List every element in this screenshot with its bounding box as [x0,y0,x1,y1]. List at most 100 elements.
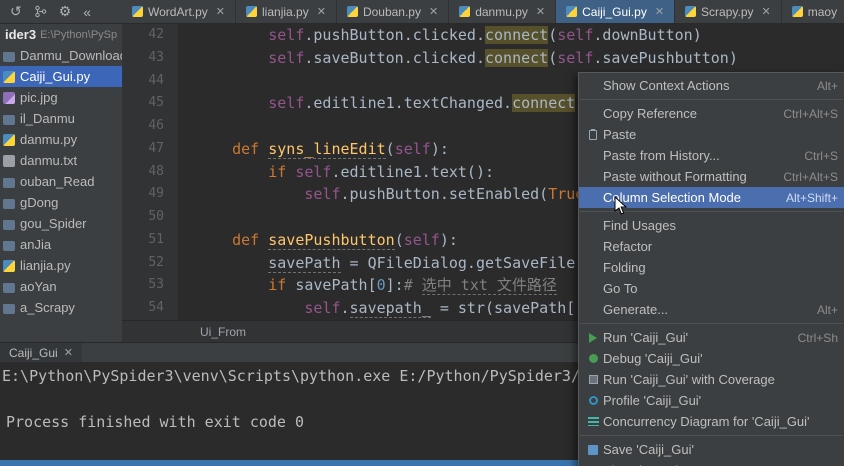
menu-item-debug-caiji-gui[interactable]: Debug 'Caiji_Gui' [579,348,844,369]
line-number: 52 [122,251,178,275]
folder-icon [3,303,15,314]
sidebar-item-bili-danmu[interactable]: il_Danmu [0,108,122,129]
sidebar-item-sougou-spider[interactable]: gou_Spider [0,213,122,234]
folder-icon [3,282,15,293]
menu-item-copy-reference[interactable]: Copy Reference Ctrl+Alt+S [579,103,844,124]
line-number: 42 [122,24,178,47]
sidebar-item-caiji-gui-py[interactable]: Caiji_Gui.py [0,66,122,87]
python-file-icon [246,6,258,17]
python-file-icon [3,70,15,83]
sidebar-item-lianjia-py[interactable]: lianjia.py [0,255,122,276]
menu-item-go-to[interactable]: Go To [579,278,844,299]
tab-maoyan[interactable]: maoy [782,0,844,23]
sidebar-item-scrapy[interactable]: a_Scrapy [0,297,122,318]
settings-gear-icon[interactable]: ⚙ [59,3,72,20]
run-tab-label: Caiji_Gui [9,345,58,360]
tab-wordart[interactable]: WordArt.py ✕ [122,0,237,23]
python-file-icon [132,6,143,17]
sidebar-item-douban-read[interactable]: ouban_Read [0,171,122,192]
save-icon [588,444,598,455]
tree-root-item[interactable]: ider3 E:\Python\PySp [0,24,122,45]
close-icon[interactable]: ✕ [429,5,438,18]
close-icon[interactable]: ✕ [64,346,73,359]
project-root-name: ider3 [5,27,37,42]
sidebar-item-danmu-txt[interactable]: danmu.txt [0,150,122,171]
mouse-cursor [614,195,628,221]
menu-item-run-caiji-gui[interactable]: Run 'Caiji_Gui' Ctrl+Sh [579,327,844,348]
top-bar: ↺ ⚙ « WordArt.py ✕ lianjia.py ✕ Douban.py ✕… [0,0,844,24]
python-file-icon [791,6,803,17]
line-number: 47 [122,137,178,161]
line-number: 50 [122,206,178,229]
sidebar-item-maoyan[interactable]: aoYan [0,276,122,297]
undo-icon[interactable]: ↺ [10,3,22,20]
editor-context-menu: Show Context Actions Alt+ Copy Reference C… [578,72,844,466]
menu-item-run-with-coverage[interactable]: Run 'Caiji_Gui' with Coverage [579,369,844,390]
menu-item-generate[interactable]: Generate... Alt+ [579,299,844,320]
menu-item-folding[interactable]: Folding [579,257,844,278]
sidebar-item-danmu-download[interactable]: Danmu_Download [0,45,122,66]
folder-icon [3,177,15,188]
line-number: 51 [122,228,178,252]
python-file-icon [566,6,578,17]
line-number: 53 [122,274,178,298]
tab-label: Caiji_Gui.py [582,4,647,19]
close-icon[interactable]: ✕ [655,5,664,18]
tab-lianjia[interactable]: lianjia.py ✕ [236,0,337,23]
debug-icon [588,354,598,363]
menu-item-concurrency-diagram[interactable]: Concurrency Diagram for 'Caiji_Gui' [579,411,844,432]
main-toolbar: ↺ ⚙ « [0,0,122,23]
tab-label: Douban.py [362,4,421,19]
folder-icon [3,51,15,62]
console-output-line: E:\Python\PySpider3\venv\Scripts\python.… [2,367,580,385]
line-number: 48 [122,160,178,184]
close-icon[interactable]: ✕ [317,5,326,18]
code-line[interactable]: 43 self.saveButton.clicked.connect(self.… [122,46,844,70]
python-file-icon [346,6,358,17]
line-number: 44 [122,69,178,93]
close-icon[interactable]: ✕ [216,5,225,18]
tab-caiji-gui[interactable]: Caiji_Gui.py ✕ [556,0,676,23]
run-icon [589,332,597,343]
menu-item-paste[interactable]: Paste [579,124,844,145]
console-output-line: Process finished with exit code 0 [6,413,305,431]
menu-item-profile-caiji-gui[interactable]: Profile 'Caiji_Gui' [579,390,844,411]
tab-label: Scrapy.py [701,4,754,19]
menu-item-paste-from-history[interactable]: Paste from History... Ctrl+S [579,145,844,166]
paste-icon [589,128,597,140]
branch-icon[interactable] [34,5,47,18]
line-number: 43 [122,46,178,70]
project-root-path: E:\Python\PySp [40,28,118,41]
sidebar-item-pic-jpg[interactable]: pic.jpg [0,87,122,108]
python-file-icon [3,133,15,146]
sidebar-item-jingdong[interactable]: gDong [0,192,122,213]
sidebar-item-danmu-py[interactable]: danmu.py [0,129,122,150]
profiler-icon [588,396,598,405]
menu-item-show-context-actions[interactable]: Show Context Actions Alt+ [579,75,844,96]
project-tree-panel: ider3 E:\Python\PySp Danmu_Download Caij… [0,24,122,342]
run-tab-caiji-gui[interactable]: Caiji_Gui ✕ [0,343,82,362]
folder-icon [3,240,15,251]
tab-danmu[interactable]: danmu.py ✕ [449,0,557,23]
menu-item-refactor[interactable]: Refactor [579,236,844,257]
close-icon[interactable]: ✕ [762,5,771,18]
menu-separator [580,323,843,324]
tab-label: lianjia.py [262,4,309,19]
menu-separator [580,99,843,100]
folder-icon [3,219,15,230]
tab-scrapy[interactable]: Scrapy.py ✕ [675,0,782,23]
image-file-icon [3,91,15,104]
coverage-icon [588,375,598,384]
tab-label: danmu.py [475,4,528,19]
line-number: 49 [122,183,178,207]
line-number: 54 [122,297,178,320]
collapse-icon[interactable]: « [83,4,91,20]
tab-douban[interactable]: Douban.py ✕ [337,0,450,23]
menu-item-save-caiji-gui[interactable]: Save 'Caiji_Gui' [579,439,844,460]
menu-item-paste-without-formatting[interactable]: Paste without Formatting Ctrl+Alt+S [579,166,844,187]
sidebar-item-lianjia[interactable]: anJia [0,234,122,255]
code-line[interactable]: 42 self.pushButton.clicked.connect(self.… [122,24,844,47]
menu-item-show-in-explorer[interactable]: Show in Explorer [579,460,844,466]
breadcrumb[interactable]: Ui_From [200,325,246,339]
close-icon[interactable]: ✕ [536,5,545,18]
